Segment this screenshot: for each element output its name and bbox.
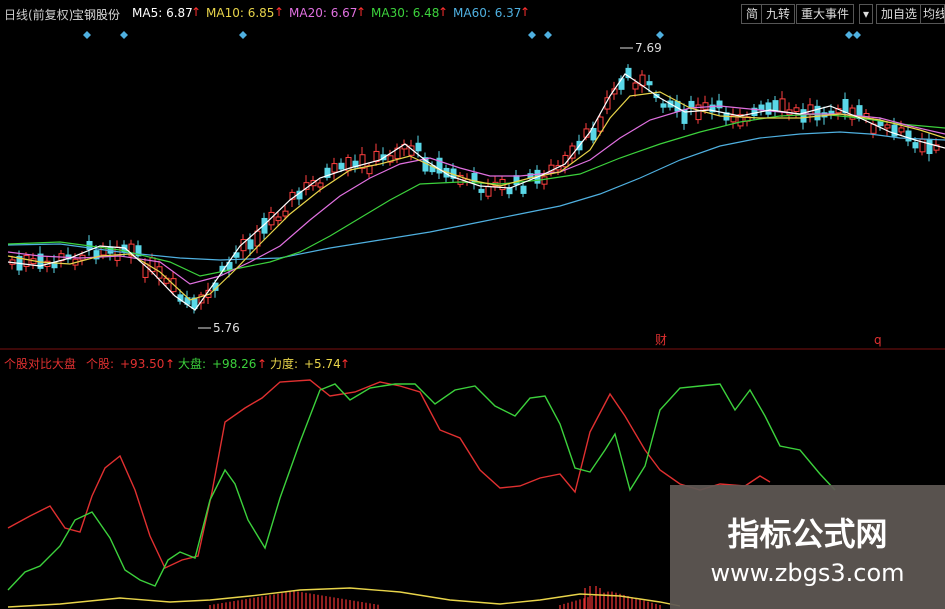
geg-arrow-icon: ↑	[165, 357, 175, 371]
candle-body	[149, 257, 156, 273]
candle-body	[359, 154, 366, 169]
event-marker-icon	[239, 31, 247, 39]
candle-body	[660, 103, 667, 108]
dapan-arrow-icon: ↑	[257, 357, 267, 371]
event-marker-icon	[656, 31, 664, 39]
q-marker: q	[874, 333, 882, 347]
candle-body	[765, 102, 772, 115]
event-marker-icon	[544, 31, 552, 39]
candle-body	[520, 185, 527, 194]
candle-body	[590, 128, 597, 141]
indicator-header: 个股对比大盘 个股: +93.50 ↑ 大盘: +98.26 ↑ 力度: +5.…	[4, 356, 350, 371]
watermark-url: www.zbgs3.com	[710, 559, 905, 587]
high-price-label: 7.69	[635, 41, 662, 55]
candle-body	[702, 102, 709, 110]
indicator-name: 个股对比大盘	[4, 356, 76, 371]
candle-body	[646, 81, 653, 86]
candle-body	[415, 142, 422, 152]
geg-value: +93.50	[120, 357, 164, 371]
candle-body	[758, 104, 765, 111]
candle-body	[905, 130, 912, 142]
event-marker-icon	[853, 31, 861, 39]
lidu-value: +5.74	[304, 357, 341, 371]
candlesticks	[9, 64, 940, 314]
ma30-line	[7, 113, 945, 277]
dapan-label: 大盘:	[178, 356, 206, 371]
lidu-line	[7, 587, 681, 608]
financial-marker: 财	[655, 333, 667, 347]
candle-body	[926, 138, 933, 155]
candle-body	[282, 210, 289, 217]
event-marker-icon	[83, 31, 91, 39]
candle-body	[898, 127, 905, 133]
candle-body	[877, 120, 884, 127]
candle-body	[716, 100, 723, 109]
candle-body	[506, 187, 513, 195]
geg-label: 个股:	[86, 357, 114, 371]
event-markers[interactable]	[83, 31, 861, 39]
candle-body	[632, 82, 639, 90]
candle-body	[772, 100, 779, 112]
candle-body	[800, 109, 807, 123]
candle-body	[842, 99, 849, 114]
candle-body	[912, 142, 919, 149]
candle-body	[779, 98, 786, 113]
candle-body	[541, 176, 548, 185]
candle-body	[884, 124, 891, 129]
candle-body	[338, 162, 345, 170]
candle-body	[618, 78, 625, 90]
watermark-overlay: 指标公式网 www.zbgs3.com	[670, 485, 945, 609]
candle-body	[317, 182, 324, 188]
event-marker-icon	[845, 31, 853, 39]
event-marker-icon	[120, 31, 128, 39]
event-marker-icon	[528, 31, 536, 39]
ma60-line	[7, 131, 945, 261]
candle-body	[793, 107, 800, 113]
dapan-value: +98.26	[212, 357, 256, 371]
candle-body	[478, 188, 485, 193]
candle-body	[275, 216, 282, 222]
candle-body	[247, 239, 254, 250]
candle-body	[597, 116, 604, 132]
low-price-label: 5.76	[213, 321, 240, 335]
lidu-arrow-icon: ↑	[340, 357, 350, 371]
watermark-title: 指标公式网	[727, 515, 888, 553]
candle-body	[807, 104, 814, 116]
geg-line	[7, 379, 771, 569]
candle-body	[331, 163, 338, 173]
candle-body	[513, 175, 520, 186]
chart-window: 日线(前复权) 宝钢股份 MA5: 6.87 ↑ MA10: 6.85 ↑ MA…	[0, 0, 945, 609]
candle-body	[254, 230, 261, 247]
lidu-label: 力度:	[270, 356, 298, 371]
candle-body	[485, 185, 492, 197]
